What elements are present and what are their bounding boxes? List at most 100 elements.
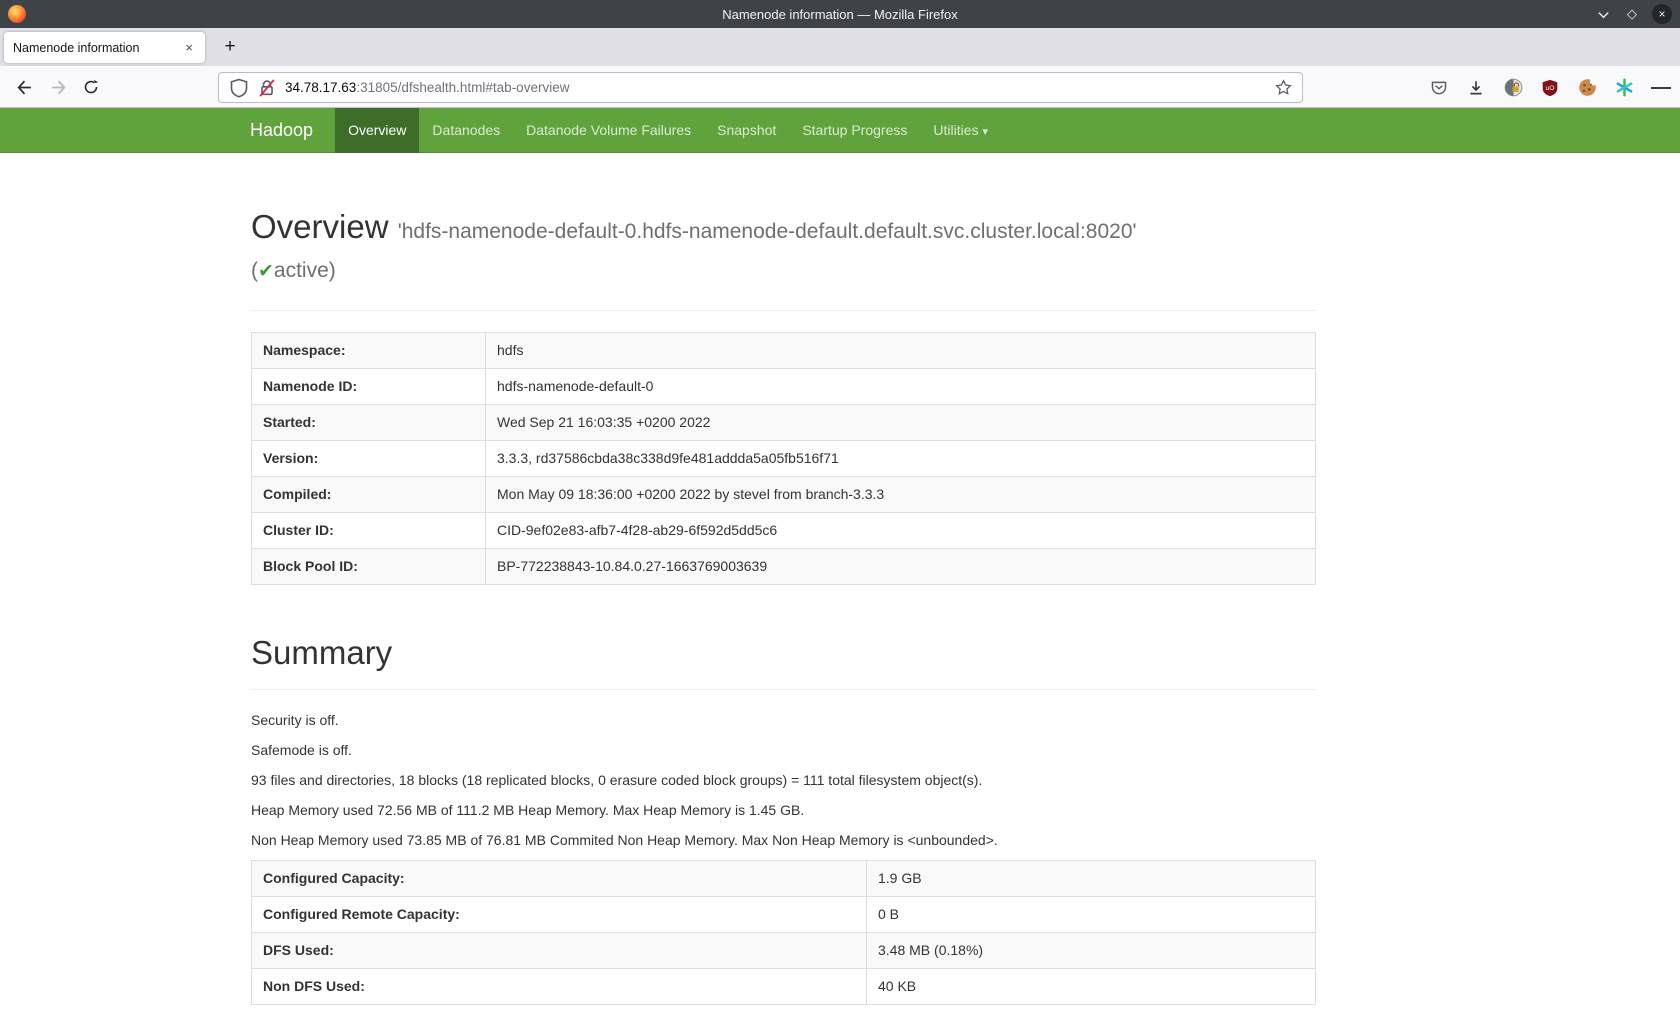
window-close-button[interactable]: × <box>1652 4 1672 24</box>
window-title: Namenode information — Mozilla Firefox <box>0 7 1680 22</box>
downloads-button[interactable] <box>1466 78 1486 98</box>
table-row: Namespace:hdfs <box>252 333 1316 369</box>
summary-line: Non Heap Memory used 73.85 MB of 76.81 M… <box>251 830 1316 850</box>
svg-text:uO: uO <box>1545 84 1554 91</box>
row-label: Cluster ID: <box>252 513 486 549</box>
summary-line: Heap Memory used 72.56 MB of 111.2 MB He… <box>251 800 1316 820</box>
row-label: Version: <box>252 441 486 477</box>
window-titlebar: Namenode information — Mozilla Firefox ◇… <box>0 0 1680 28</box>
capacity-table: Configured Capacity:1.9 GBConfigured Rem… <box>251 860 1316 1005</box>
divider <box>251 689 1316 690</box>
tab-close-icon[interactable]: × <box>182 40 196 55</box>
hadoop-brand[interactable]: Hadoop <box>250 108 335 153</box>
row-value: BP-772238843-10.84.0.27-1663769003639 <box>486 549 1316 585</box>
nav-item-datanodes[interactable]: Datanodes <box>419 108 513 153</box>
shield-icon[interactable] <box>229 78 249 98</box>
tab-title: Namenode information <box>13 41 182 55</box>
url-bar[interactable]: 34.78.17.63:31805/dfshealth.html#tab-ove… <box>218 72 1303 103</box>
ublock-icon: uO <box>1541 79 1559 97</box>
extension-privacy-button[interactable] <box>1503 78 1523 98</box>
row-value: 3.3.3, rd37586cbda38c338d9fe481addda5a05… <box>486 441 1316 477</box>
firefox-logo-icon <box>8 5 26 23</box>
url-text[interactable]: 34.78.17.63:31805/dfshealth.html#tab-ove… <box>285 80 569 95</box>
divider <box>251 310 1316 311</box>
table-row: DFS Used:3.48 MB (0.18%) <box>252 933 1316 969</box>
summary-heading: Summary <box>251 631 1316 675</box>
row-value: 1.9 GB <box>867 861 1316 897</box>
ublock-button[interactable]: uO <box>1540 78 1560 98</box>
chevron-down-icon <box>1597 8 1610 21</box>
table-row: Non DFS Used:40 KB <box>252 969 1316 1005</box>
row-value: 40 KB <box>867 969 1316 1005</box>
menu-icon <box>1651 87 1658 89</box>
back-arrow-icon <box>16 79 33 96</box>
cookie-extension-button[interactable] <box>1577 78 1597 98</box>
browser-toolbar: 34.78.17.63:31805/dfshealth.html#tab-ove… <box>0 66 1680 108</box>
window-minimize-button[interactable] <box>1594 5 1612 23</box>
nav-item-overview[interactable]: Overview <box>335 108 419 153</box>
pocket-icon <box>1430 79 1448 97</box>
tab-strip: Namenode information × + <box>0 28 1680 66</box>
row-label: Namespace: <box>252 333 486 369</box>
overview-heading: Overview 'hdfs-namenode-default-0.hdfs-n… <box>251 205 1316 289</box>
nav-item-datanode-volume-failures[interactable]: Datanode Volume Failures <box>513 108 704 153</box>
nav-item-utilities[interactable]: Utilities▾ <box>920 108 1001 153</box>
cookie-icon <box>1578 78 1597 97</box>
forward-button[interactable] <box>44 73 72 101</box>
nav-item-snapshot[interactable]: Snapshot <box>704 108 789 153</box>
row-value: Wed Sep 21 16:03:35 +0200 2022 <box>486 405 1316 441</box>
summary-line: Safemode is off. <box>251 740 1316 760</box>
table-row: Cluster ID:CID-9ef02e83-afb7-4f28-ab29-6… <box>252 513 1316 549</box>
row-label: Started: <box>252 405 486 441</box>
row-label: Namenode ID: <box>252 369 486 405</box>
extension-lock-icon <box>1504 78 1523 97</box>
table-row: Compiled:Mon May 09 18:36:00 +0200 2022 … <box>252 477 1316 513</box>
hadoop-navbar: Hadoop OverviewDatanodesDatanode Volume … <box>0 108 1680 153</box>
tab-namenode-information[interactable]: Namenode information × <box>4 32 205 63</box>
table-row: Version:3.3.3, rd37586cbda38c338d9fe481a… <box>252 441 1316 477</box>
pocket-button[interactable] <box>1429 78 1449 98</box>
summary-paragraphs: Security is off. Safemode is off. 93 files… <box>251 710 1316 850</box>
row-label: Non DFS Used: <box>252 969 867 1005</box>
summary-line: Security is off. <box>251 710 1316 730</box>
download-icon <box>1467 79 1485 97</box>
namenode-address: 'hdfs-namenode-default-0.hdfs-namenode-d… <box>398 220 1137 243</box>
row-label: Configured Remote Capacity: <box>252 897 867 933</box>
row-value: hdfs <box>486 333 1316 369</box>
row-value: hdfs-namenode-default-0 <box>486 369 1316 405</box>
chevron-down-icon: ▾ <box>983 126 989 138</box>
row-label: Block Pool ID: <box>252 549 486 585</box>
nav-item-startup-progress[interactable]: Startup Progress <box>789 108 920 153</box>
table-row: Configured Remote Capacity:0 B <box>252 897 1316 933</box>
star-icon <box>1275 79 1292 96</box>
window-maximize-button[interactable]: ◇ <box>1623 5 1641 23</box>
reload-button[interactable] <box>77 73 105 101</box>
row-value: 0 B <box>867 897 1316 933</box>
row-label: DFS Used: <box>252 933 867 969</box>
reload-icon <box>83 79 99 95</box>
lock-broken-icon[interactable] <box>257 78 277 98</box>
row-label: Compiled: <box>252 477 486 513</box>
url-path: :31805/dfshealth.html#tab-overview <box>356 80 569 95</box>
table-row: Configured Capacity:1.9 GB <box>252 861 1316 897</box>
row-value: Mon May 09 18:36:00 +0200 2022 by stevel… <box>486 477 1316 513</box>
namenode-info-table: Namespace:hdfsNamenode ID:hdfs-namenode-… <box>251 332 1316 585</box>
back-button[interactable] <box>10 73 38 101</box>
page-content: Overview 'hdfs-namenode-default-0.hdfs-n… <box>0 153 1680 1012</box>
namenode-status: (✔active) <box>251 254 1316 289</box>
asterisk-extension-button[interactable] <box>1614 78 1634 98</box>
row-label: Configured Capacity: <box>252 861 867 897</box>
table-row: Started:Wed Sep 21 16:03:35 +0200 2022 <box>252 405 1316 441</box>
row-value: CID-9ef02e83-afb7-4f28-ab29-6f592d5dd5c6 <box>486 513 1316 549</box>
new-tab-button[interactable]: + <box>216 33 244 61</box>
forward-arrow-icon <box>50 79 67 96</box>
menu-button[interactable] <box>1651 78 1671 98</box>
bookmark-star-button[interactable] <box>1275 79 1292 96</box>
row-value: 3.48 MB (0.18%) <box>867 933 1316 969</box>
summary-line: 93 files and directories, 18 blocks (18 … <box>251 770 1316 790</box>
page-title: Overview <box>251 208 389 245</box>
table-row: Namenode ID:hdfs-namenode-default-0 <box>252 369 1316 405</box>
table-row: Block Pool ID:BP-772238843-10.84.0.27-16… <box>252 549 1316 585</box>
active-check-icon: ✔ <box>258 261 274 282</box>
extension-asterisk-icon <box>1615 78 1634 97</box>
